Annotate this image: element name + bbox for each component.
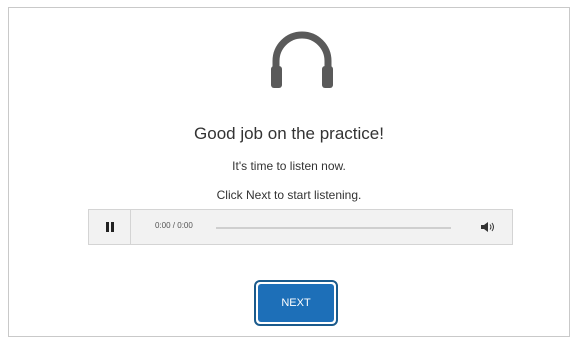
progress-track[interactable] [216, 227, 451, 229]
headphones-icon [271, 31, 333, 88]
volume-icon[interactable] [480, 221, 496, 233]
audio-player: 0:00 / 0:00 [88, 209, 513, 245]
pause-button[interactable] [89, 210, 131, 244]
time-display: 0:00 / 0:00 [155, 221, 193, 230]
message-line-1: It's time to listen now. [232, 159, 346, 173]
listening-card: Good job on the practice! It's time to l… [8, 7, 570, 337]
next-button[interactable]: NEXT [258, 284, 334, 322]
message-line-2: Click Next to start listening. [216, 188, 362, 202]
message-title: Good job on the practice! [194, 124, 384, 143]
pause-icon [106, 222, 109, 232]
next-button-focus-ring: NEXT [254, 280, 338, 326]
